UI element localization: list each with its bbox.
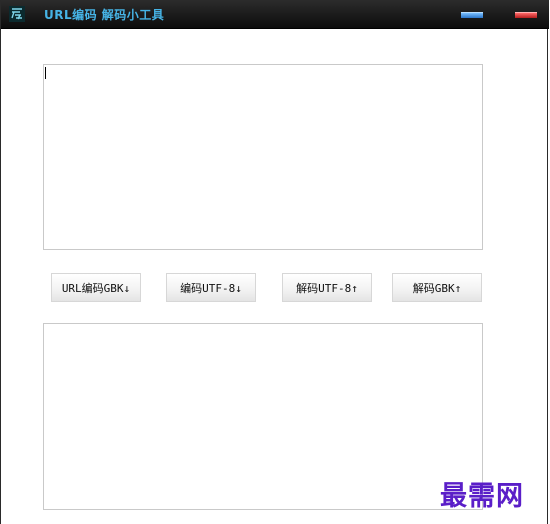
encode-utf8-button[interactable]: 编码UTF-8↓ bbox=[166, 273, 256, 302]
close-icon[interactable] bbox=[515, 12, 537, 18]
watermark-text: 最需网 bbox=[440, 481, 524, 512]
encode-gbk-button[interactable]: URL编码GBK↓ bbox=[51, 273, 141, 302]
text-caret bbox=[45, 67, 46, 79]
minimize-icon[interactable] bbox=[461, 12, 483, 18]
decode-utf8-button[interactable]: 解码UTF-8↑ bbox=[282, 273, 372, 302]
window-title: URL编码 解码小工具 bbox=[44, 8, 165, 22]
title-bar[interactable]: URL编码 解码小工具 bbox=[1, 0, 549, 29]
decode-gbk-button[interactable]: 解码GBK↑ bbox=[392, 273, 482, 302]
app-logo-icon bbox=[9, 6, 25, 22]
app-window: URL编码 解码小工具 URL编码GBK↓ 编码UTF-8↓ 解码UTF-8↑ … bbox=[0, 0, 549, 524]
input-textbox[interactable] bbox=[43, 64, 483, 250]
output-textbox[interactable] bbox=[43, 323, 483, 510]
